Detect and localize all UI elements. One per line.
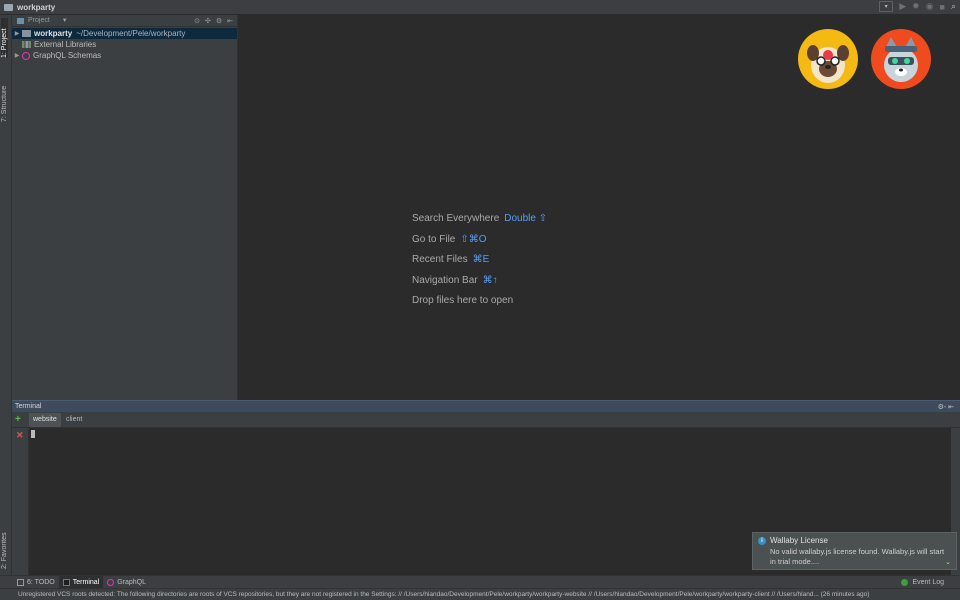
debug-icon[interactable]: ✹	[912, 1, 920, 12]
hide-icon[interactable]: ⇤	[227, 17, 233, 25]
hint-navigation-bar: Navigation Bar ⌘↑	[412, 275, 547, 296]
terminal-settings-icon[interactable]: ⚙- ⇤	[938, 403, 954, 411]
hint-label: Go to File	[412, 233, 456, 245]
hint-label: Search Everywhere	[412, 213, 500, 224]
coverage-icon[interactable]: ◉	[926, 1, 934, 12]
tree-item-label: workparty	[34, 29, 73, 38]
tab-client[interactable]: client	[62, 413, 86, 427]
chevron-right-icon[interactable]: ▶	[12, 30, 22, 37]
folder-icon	[4, 3, 13, 11]
tree-item-workparty[interactable]: ▶ workparty ~/Development/Pele/workparty	[12, 28, 237, 39]
editor-area[interactable]: Search Everywhere Double ⇧ Go to File ⇧⌘…	[239, 15, 960, 400]
event-log-label: Event Log	[912, 578, 944, 586]
hint-shortcut: Double ⇧	[504, 213, 548, 224]
tab-website[interactable]: website	[29, 413, 61, 427]
tab-todo[interactable]: 6: TODO	[13, 576, 59, 588]
event-log-icon	[901, 578, 909, 586]
terminal-cursor	[31, 430, 35, 438]
info-icon: i	[758, 537, 766, 545]
project-panel-tools: ⊙ ✣ ⚙ ⇤	[194, 17, 233, 25]
locate-icon[interactable]: ⊙	[194, 17, 200, 25]
run-config-dropdown[interactable]: ▾	[879, 1, 894, 12]
graphql-icon	[107, 578, 115, 586]
hint-label: Navigation Bar	[412, 274, 478, 286]
tree-item-graphql-schemas[interactable]: ▶ GraphQL Schemas	[12, 50, 237, 61]
project-view-select[interactable]: Project	[28, 17, 50, 24]
chevron-down-icon[interactable]: ▼	[62, 18, 68, 24]
close-icon[interactable]: ✕	[16, 430, 24, 441]
toolbar-right: ▾ ▶ ✹ ◉ ■ ⌕	[879, 1, 956, 12]
tab-label: GraphQL	[117, 578, 147, 586]
tree-item-label: External Libraries	[34, 40, 97, 49]
chevron-down-icon[interactable]: ⌄	[945, 558, 951, 566]
collapse-icon[interactable]: ✣	[205, 17, 211, 25]
todo-icon	[17, 578, 24, 586]
title-bar: workparty ▾ ▶ ✹ ◉ ■ ⌕	[0, 0, 960, 15]
terminal-header: Terminal ⚙- ⇤	[12, 400, 960, 412]
tab-project[interactable]: 1: Project	[1, 18, 8, 58]
wallaby-license-notification[interactable]: i Wallaby License No valid wallaby.js li…	[752, 532, 957, 570]
notification-body: No valid wallaby.js license found. Walla…	[770, 547, 945, 566]
search-icon[interactable]: ⌕	[951, 1, 956, 12]
tab-terminal[interactable]: Terminal	[58, 576, 104, 588]
hint-label: Drop files here to open	[412, 295, 514, 306]
project-panel-header: Project ▼ ⊙ ✣ ⚙ ⇤	[12, 15, 237, 27]
add-terminal-icon[interactable]: +	[15, 414, 21, 425]
tree-item-external-libraries[interactable]: External Libraries	[12, 39, 237, 50]
tree-item-label: GraphQL Schemas	[33, 51, 102, 60]
hint-shortcut: ⌘E	[472, 254, 490, 265]
hint-label: Recent Files	[412, 254, 468, 265]
tab-label: Terminal	[72, 578, 100, 586]
gear-icon[interactable]: ⚙	[216, 17, 222, 25]
status-message: Unregistered VCS roots detected: The fol…	[18, 591, 870, 598]
run-icon[interactable]: ▶	[899, 1, 906, 12]
stop-icon[interactable]: ■	[940, 2, 945, 12]
project-tree: ▶ workparty ~/Development/Pele/workparty…	[12, 27, 237, 61]
hint-shortcut: ⌘↑	[482, 274, 498, 286]
library-icon	[22, 41, 31, 48]
terminal-side-toolbar: ✕	[12, 428, 29, 575]
event-log-button[interactable]: Event Log	[901, 578, 944, 586]
hint-search-everywhere: Search Everywhere Double ⇧	[412, 213, 547, 234]
tree-item-path: ~/Development/Pele/workparty	[76, 29, 186, 38]
hint-go-to-file: Go to File ⇧⌘O	[412, 234, 547, 255]
raccoon-avatar	[871, 29, 931, 89]
empty-editor-hints: Search Everywhere Double ⇧ Go to File ⇧⌘…	[412, 213, 547, 316]
hint-recent-files: Recent Files ⌘E	[412, 254, 547, 275]
graphql-icon	[22, 51, 30, 60]
pug-avatar	[798, 29, 858, 89]
chevron-right-icon[interactable]: ▶	[12, 52, 22, 59]
notification-title: Wallaby License	[770, 536, 828, 545]
project-panel: Project ▼ ⊙ ✣ ⚙ ⇤ ▶ workparty ~/Developm…	[12, 15, 238, 400]
folder-icon	[22, 30, 31, 37]
terminal-title: Terminal	[15, 403, 42, 410]
window-title: workparty	[17, 2, 56, 12]
terminal-tabs: + website client	[12, 412, 960, 428]
tab-structure[interactable]: 7: Structure	[1, 70, 8, 122]
hint-shortcut: ⇧⌘O	[460, 233, 487, 245]
tab-graphql[interactable]: GraphQL	[103, 576, 150, 588]
project-view-icon	[17, 17, 24, 24]
tab-label: 6: TODO	[27, 578, 55, 586]
hint-drop-files: Drop files here to open	[412, 295, 547, 316]
terminal-icon	[62, 578, 70, 586]
left-tool-strip: 1: Project 7: Structure 2: Favorites	[0, 15, 12, 575]
tab-favorites[interactable]: 2: Favorites	[1, 525, 8, 569]
bottom-tool-bar: 6: TODO Terminal GraphQL Event Log	[0, 575, 960, 588]
status-bar[interactable]: Unregistered VCS roots detected: The fol…	[0, 588, 960, 600]
